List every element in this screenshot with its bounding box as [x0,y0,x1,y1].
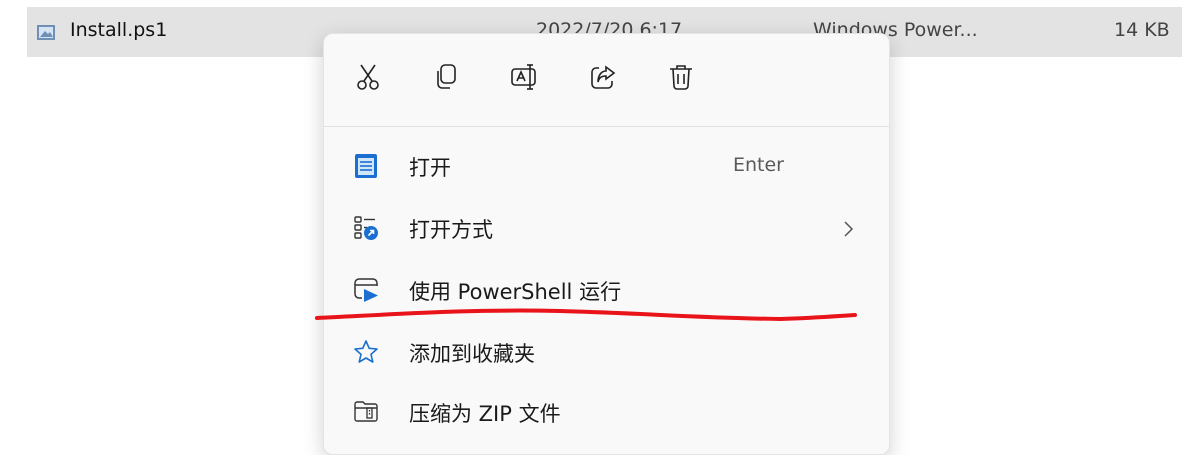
powershell-run-icon [354,278,378,302]
cut-button[interactable] [350,59,386,95]
file-name: Install.ps1 [70,19,168,41]
menu-item-label: 打开 [409,156,451,180]
menu-item-compress-zip[interactable]: 压缩为 ZIP 文件 [330,382,882,442]
chevron-right-icon [844,221,854,237]
open-with-icon [354,216,378,240]
star-icon [354,340,378,363]
trash-icon [670,65,692,90]
share-icon [591,65,616,89]
menu-item-open-with[interactable]: 打开方式 [330,198,882,258]
shortcut-label: Enter [733,154,784,176]
zip-folder-icon [354,401,378,422]
powershell-script-file-icon [37,25,55,40]
context-menu: 打开 Enter 打开方式 使用 PowerShell 运行 添加到收藏夹 压缩… [323,33,890,455]
file-size: 14 KB [1114,19,1170,41]
notepad-icon [355,154,377,178]
delete-button[interactable] [663,59,699,95]
menu-item-label: 添加到收藏夹 [409,342,535,366]
copy-icon [437,64,456,89]
share-button[interactable] [585,59,621,95]
rename-button[interactable] [507,59,543,95]
menu-item-add-to-favorites[interactable]: 添加到收藏夹 [330,322,882,382]
menu-item-label: 打开方式 [409,218,493,242]
rename-icon [511,64,536,90]
scissors-icon [357,64,379,90]
quick-actions-bar [324,34,889,126]
menu-item-open[interactable]: 打开 Enter [330,136,882,196]
menu-separator [324,126,889,127]
menu-item-label: 使用 PowerShell 运行 [409,280,622,304]
copy-button[interactable] [428,59,464,95]
menu-item-label: 压缩为 ZIP 文件 [409,402,561,426]
menu-item-run-with-powershell[interactable]: 使用 PowerShell 运行 [330,260,882,320]
